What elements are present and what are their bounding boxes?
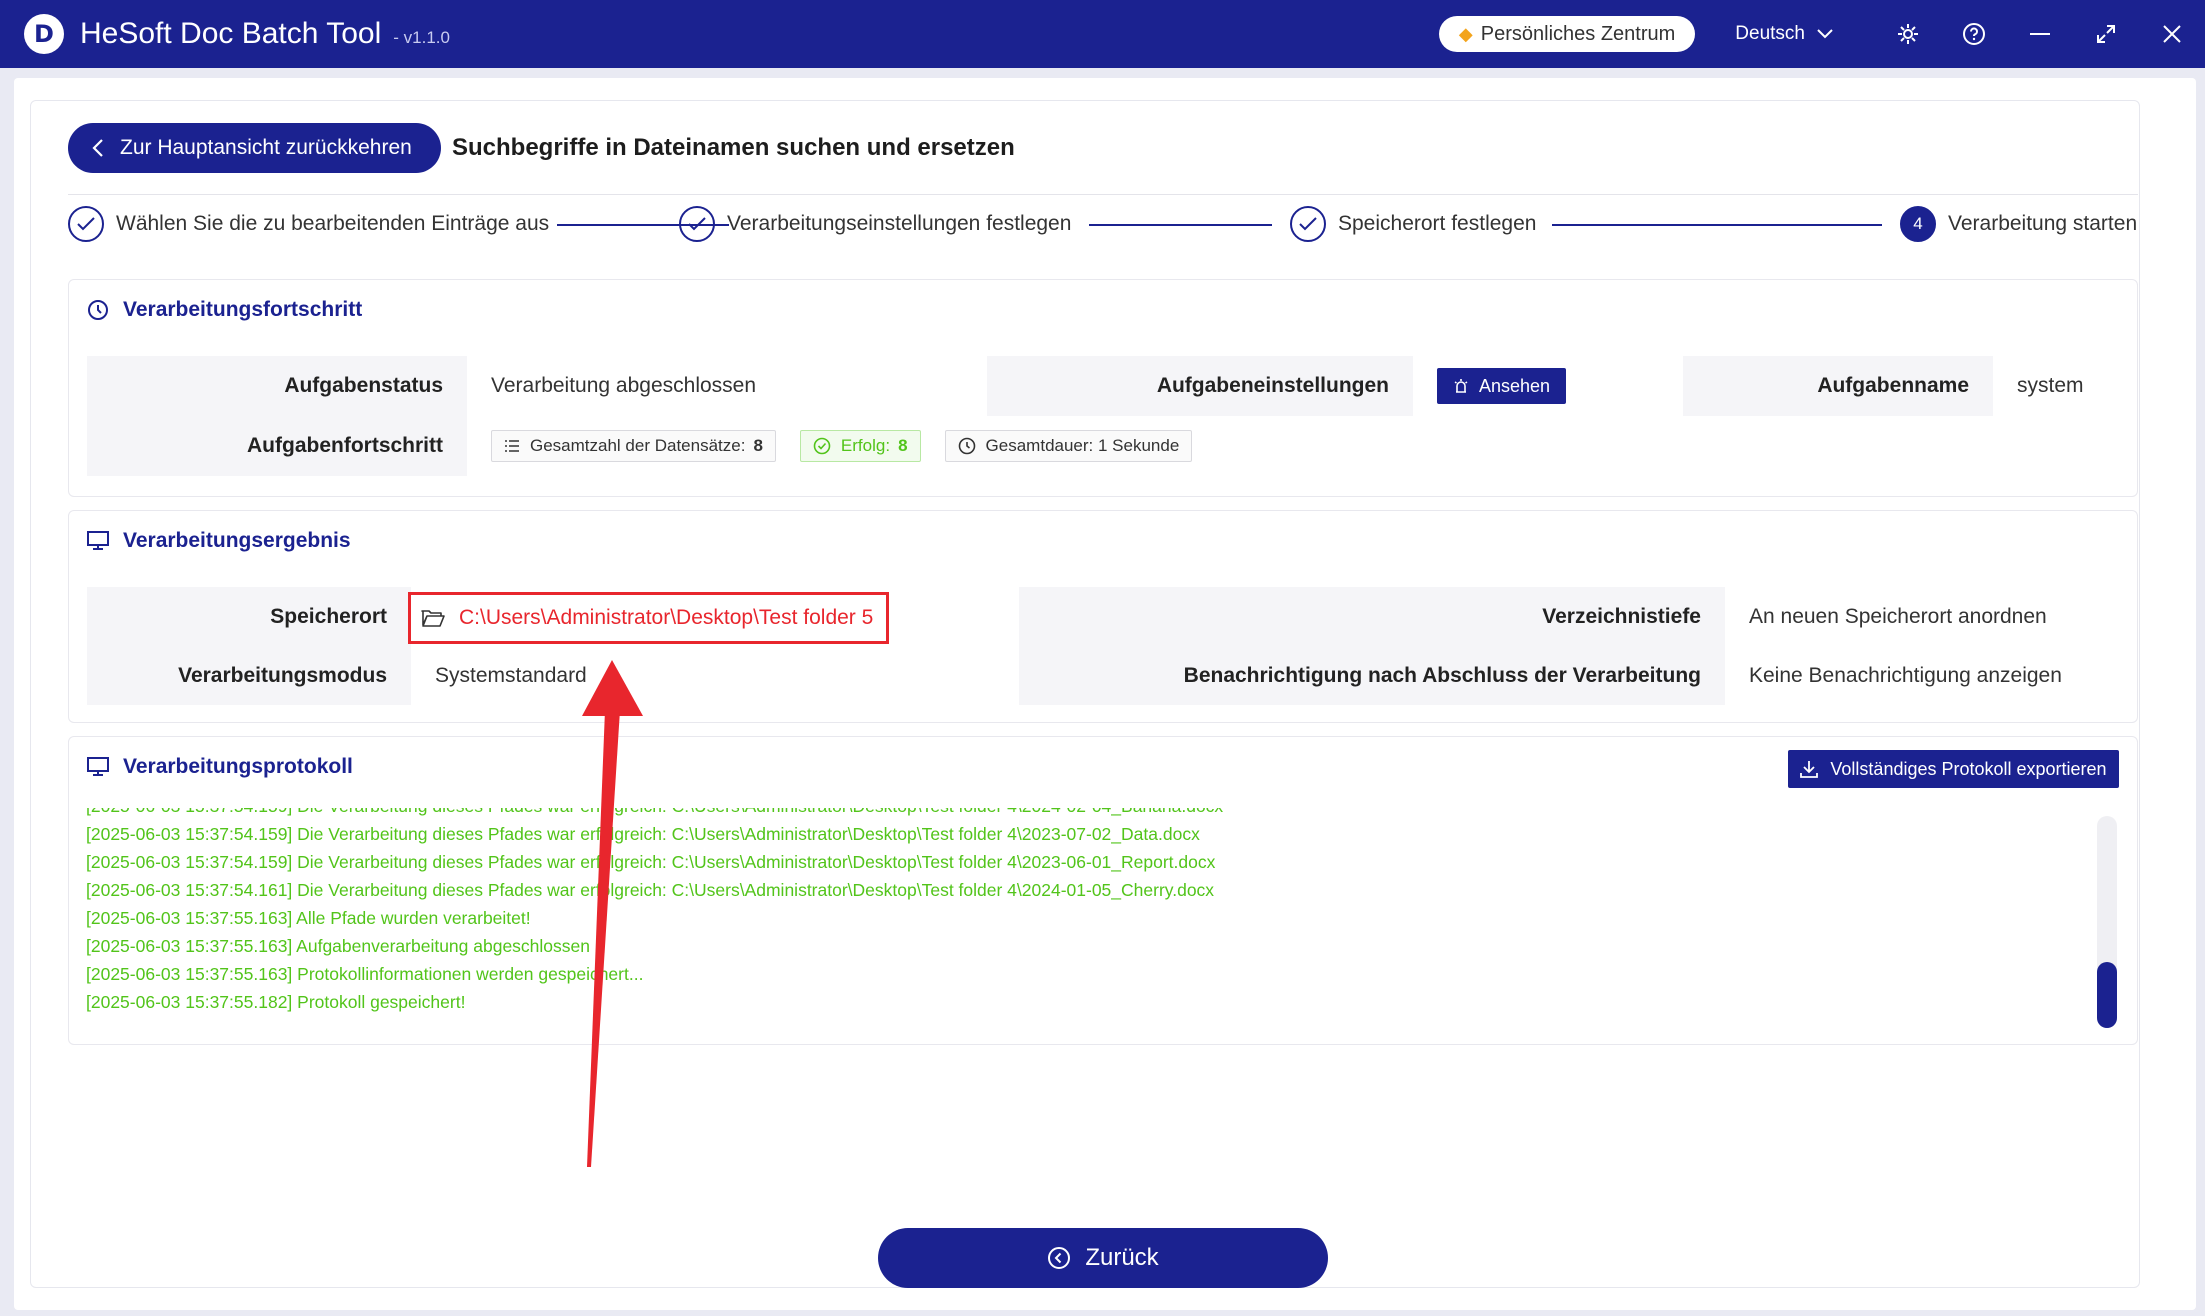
log-line: [2025-06-03 15:37:55.163] Protokollinfor…	[86, 964, 644, 984]
log-line: [2025-06-03 15:37:54.161] Die Verarbeitu…	[86, 880, 1215, 900]
step-3: Speicherort festlegen	[1290, 206, 1536, 242]
view-settings-button[interactable]: Ansehen	[1437, 368, 1567, 404]
log-line: [2025-06-03 15:37:55.163] Aufgabenverarb…	[86, 936, 591, 956]
progress-steps: Wählen Sie die zu bearbeitenden Einträge…	[68, 206, 2138, 246]
log-line: [2025-06-03 15:37:55.163] Alle Pfade wur…	[86, 908, 531, 928]
log-section-title: Verarbeitungsprotokoll	[87, 755, 353, 779]
progress-value: Gesamtzahl der Datensätze:8 Erfolg:8 Ges…	[467, 416, 2119, 476]
status-label: Aufgabenstatus	[87, 356, 467, 416]
check-icon	[68, 206, 104, 242]
app-version: - v1.1.0	[393, 28, 450, 47]
log-line: [2025-06-03 15:37:54.159] Die Verarbeitu…	[86, 824, 1200, 844]
title-bar: D HeSoft Doc Batch Tool - v1.1.0 ◆ Persö…	[0, 0, 2205, 68]
page-title: Suchbegriffe in Dateinamen suchen und er…	[452, 134, 1015, 161]
back-to-main-button[interactable]: Zur Hauptansicht zurückkehren	[68, 123, 441, 173]
step-connector	[1089, 224, 1272, 226]
location-label: Speicherort	[87, 587, 411, 646]
log-line: [2025-06-03 15:37:54.159] Die Verarbeitu…	[86, 852, 1216, 872]
mode-label: Verarbeitungsmodus	[87, 646, 411, 705]
back-button[interactable]: Zurück	[878, 1228, 1328, 1288]
monitor-icon	[87, 757, 109, 776]
result-section: Verarbeitungsergebnis Speicherort Verzei…	[68, 510, 2138, 723]
notify-label: Benachrichtigung nach Abschluss der Vera…	[1019, 646, 1725, 705]
minimize-icon[interactable]	[2007, 0, 2073, 68]
total-records-tag: Gesamtzahl der Datensätze:8	[491, 430, 776, 462]
result-section-title: Verarbeitungsergebnis	[87, 529, 351, 553]
maximize-icon[interactable]	[2073, 0, 2139, 68]
export-log-button[interactable]: Vollständiges Protokoll exportieren	[1788, 750, 2119, 788]
clock-icon	[88, 300, 108, 320]
progress-section-title: Verarbeitungsfortschritt	[87, 298, 362, 322]
duration-tag: Gesamtdauer: 1 Sekunde	[944, 430, 1193, 462]
depth-value: An neuen Speicherort anordnen	[1725, 587, 2119, 646]
step-4: 4 Verarbeitung starten	[1900, 206, 2137, 242]
log-line: [2025-06-03 15:37:54.159] Die Verarbeitu…	[86, 808, 2086, 820]
settings-label: Aufgabeneinstellungen	[987, 356, 1413, 416]
app-logo-icon: D	[24, 14, 64, 54]
clock-icon	[958, 437, 975, 455]
step-connector	[1552, 224, 1882, 226]
step-2: Verarbeitungseinstellungen festlegen	[679, 206, 1071, 242]
monitor-icon	[87, 531, 109, 550]
gear-icon[interactable]	[1875, 0, 1941, 68]
notify-value: Keine Benachrichtigung anzeigen	[1725, 646, 2119, 705]
log-scrollbar-thumb[interactable]	[2097, 962, 2117, 1028]
output-folder-link[interactable]: C:\Users\Administrator\Desktop\Test fold…	[408, 592, 889, 644]
back-circle-icon	[1048, 1247, 1071, 1269]
diamond-icon: ◆	[1458, 23, 1473, 44]
personal-center-button[interactable]: ◆ Persönliches Zentrum	[1438, 16, 1696, 52]
check-icon	[1290, 206, 1326, 242]
log-line: [2025-06-03 15:37:55.182] Protokoll gesp…	[86, 992, 466, 1012]
list-icon	[505, 440, 519, 452]
alarm-icon	[1454, 379, 1468, 393]
progress-section: Verarbeitungsfortschritt Aufgabenstatus …	[68, 279, 2138, 497]
step-number: 4	[1900, 206, 1936, 242]
step-1: Wählen Sie die zu bearbeitenden Einträge…	[68, 206, 549, 242]
app-title: HeSoft Doc Batch Tool	[80, 17, 382, 50]
status-value: Verarbeitung abgeschlossen	[467, 356, 987, 416]
name-value: system	[1993, 356, 2119, 416]
header-divider	[68, 194, 2138, 195]
depth-label: Verzeichnistiefe	[1019, 587, 1725, 646]
mode-value: Systemstandard	[411, 646, 1019, 705]
success-tag: Erfolg:8	[799, 430, 921, 462]
progress-label: Aufgabenfortschritt	[87, 416, 467, 476]
log-output[interactable]: [2025-06-03 15:37:54.159] Die Verarbeitu…	[86, 808, 2086, 1028]
chevron-down-icon	[1817, 29, 1833, 39]
download-icon	[1800, 761, 1819, 778]
progress-table: Aufgabenstatus Verarbeitung abgeschlosse…	[87, 356, 2119, 476]
chevron-left-icon	[92, 139, 103, 157]
close-icon[interactable]	[2139, 0, 2205, 68]
help-icon[interactable]	[1941, 0, 2007, 68]
settings-value: Ansehen	[1413, 356, 1683, 416]
language-select[interactable]: Deutsch	[1735, 23, 1833, 45]
name-label: Aufgabenname	[1683, 356, 1993, 416]
check-circle-icon	[813, 437, 831, 455]
check-icon	[679, 206, 715, 242]
folder-open-icon	[421, 610, 445, 627]
result-table: Speicherort Verzeichnistiefe An neuen Sp…	[87, 587, 2119, 705]
